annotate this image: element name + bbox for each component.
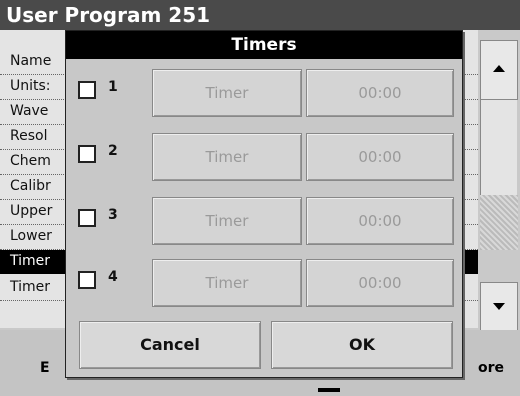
timer-checkbox[interactable] xyxy=(78,209,96,227)
timer-duration-button[interactable]: 00:00 xyxy=(306,69,454,117)
timer-number: 1 xyxy=(108,79,118,95)
timer-row: 3 Timer 00:00 xyxy=(66,191,462,247)
bottom-right-button-label[interactable]: ore xyxy=(478,360,504,376)
dialog-title: Timers xyxy=(66,31,462,59)
window-titlebar: User Program 251 xyxy=(0,0,520,30)
timer-duration-button[interactable]: 00:00 xyxy=(306,133,454,181)
timer-duration-button[interactable]: 00:00 xyxy=(306,259,454,307)
ok-button[interactable]: OK xyxy=(271,321,453,369)
scroll-down-button[interactable] xyxy=(480,282,518,334)
timer-name-button[interactable]: Timer xyxy=(152,69,302,117)
bottom-left-button-label[interactable]: E xyxy=(40,360,50,376)
timers-dialog: Timers 1 Timer 00:00 2 Timer 00:00 3 Tim… xyxy=(65,30,463,378)
timer-row: 1 Timer 00:00 xyxy=(66,63,462,119)
timer-checkbox[interactable] xyxy=(78,145,96,163)
timer-name-button[interactable]: Timer xyxy=(152,133,302,181)
arrow-down-icon xyxy=(493,303,505,310)
timer-name-button[interactable]: Timer xyxy=(152,259,302,307)
timer-row: 2 Timer 00:00 xyxy=(66,127,462,183)
timer-name-button[interactable]: Timer xyxy=(152,197,302,245)
cancel-button[interactable]: Cancel xyxy=(79,321,261,369)
scrollbar-thumb[interactable] xyxy=(480,195,518,250)
bottom-bar-marker xyxy=(318,388,340,392)
timer-duration-button[interactable]: 00:00 xyxy=(306,197,454,245)
arrow-up-icon xyxy=(493,65,505,72)
timer-row: 4 Timer 00:00 xyxy=(66,253,462,309)
timer-number: 4 xyxy=(108,269,118,285)
timer-number: 2 xyxy=(108,143,118,159)
scroll-up-button[interactable] xyxy=(480,40,518,100)
timer-checkbox[interactable] xyxy=(78,81,96,99)
window-title: User Program 251 xyxy=(6,3,211,27)
timer-checkbox[interactable] xyxy=(78,271,96,289)
timer-number: 3 xyxy=(108,207,118,223)
